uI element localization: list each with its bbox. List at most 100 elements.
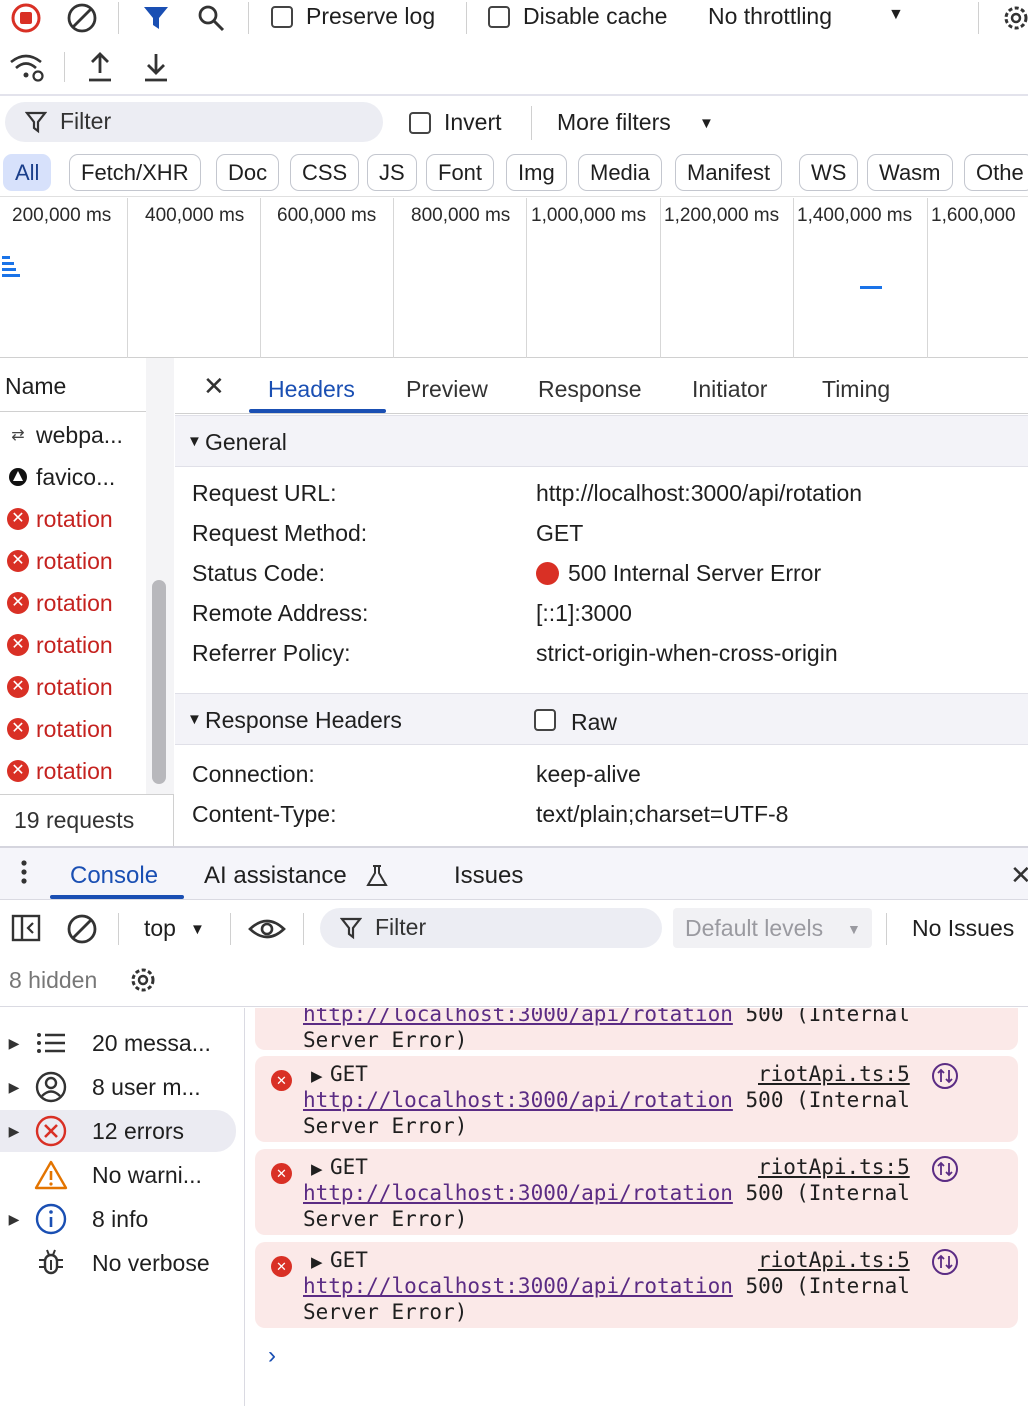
error-icon: ✕ [7,592,29,614]
request-url-link[interactable]: http://localhost:3000/api/rotation [303,1008,733,1026]
console-prompt-chevron-icon[interactable]: › [268,1342,276,1370]
import-har-upload-icon[interactable] [84,50,116,84]
network-panel-icon[interactable] [931,1062,959,1096]
error-icon: ✕ [7,550,29,572]
console-error-message[interactable]: ✕ ▶ GET riotApi.ts:5 http://localhost:30… [255,1242,1018,1328]
sidebar-item-info[interactable]: ▶ 8 info [0,1198,236,1240]
source-link[interactable]: riotApi.ts:5 [758,1248,910,1272]
filter-placeholder: Filter [375,914,427,940]
throttling-select[interactable]: No throttling [708,3,832,30]
expand-triangle-icon[interactable]: ▶ [311,1253,323,1271]
tab-console[interactable]: Console [70,862,158,890]
stop-recording-icon[interactable] [10,2,42,34]
network-panel-icon[interactable] [931,1155,959,1189]
name-column-header[interactable]: Name [0,358,146,412]
request-row[interactable]: ✕ rotation [0,666,146,708]
type-filter-all[interactable]: All [3,154,52,191]
network-toolbar: Preserve log Disable cache No throttling… [0,0,1028,36]
clear-icon[interactable] [66,2,98,34]
disable-cache-checkbox[interactable] [488,6,510,28]
live-expression-eye-icon[interactable] [248,915,286,949]
header-key: Remote Address: [192,600,369,626]
tab-initiator[interactable]: Initiator [692,376,767,403]
network-panel-icon[interactable] [931,1248,959,1282]
type-filter-manifest[interactable]: Manifest [675,154,783,191]
type-filter-media[interactable]: Media [578,154,662,191]
sidebar-item-warnings[interactable]: No warni... [0,1154,236,1196]
console-error-message[interactable]: ✕ ▶ GET riotApi.ts:5 http://localhost:30… [255,1056,1018,1142]
invert-checkbox[interactable] [409,112,431,134]
console-settings-gear-icon[interactable] [127,964,159,1002]
type-filter-doc[interactable]: Doc [216,154,280,191]
issues-count[interactable]: No Issues [912,915,1014,942]
type-filter-other[interactable]: Othe [964,154,1028,191]
request-list-scrollbar[interactable] [146,358,174,794]
timeline-tick: 1,000,000 ms [531,205,647,226]
close-icon[interactable]: ✕ [203,371,225,402]
request-row[interactable]: ✕ rotation [0,750,146,792]
tab-preview[interactable]: Preview [406,376,488,403]
request-url-link[interactable]: http://localhost:3000/api/rotation [303,1181,733,1205]
export-har-download-icon[interactable] [140,50,172,84]
expand-triangle-icon[interactable]: ▶ [0,1035,28,1052]
tab-issues[interactable]: Issues [454,862,523,890]
tab-response[interactable]: Response [538,376,642,403]
expand-triangle-icon[interactable]: ▶ [0,1079,28,1096]
chevron-down-icon[interactable]: ▼ [888,6,904,24]
warning-icon [28,1160,74,1190]
sidebar-item-verbose[interactable]: No verbose [0,1242,236,1284]
log-levels-dropdown[interactable]: Default levels ▼ [673,908,872,948]
more-tools-kebab-icon[interactable] [18,858,30,888]
expand-triangle-icon[interactable]: ▶ [311,1160,323,1178]
type-filter-css[interactable]: CSS [290,154,360,191]
response-headers-section-header[interactable]: ▼ Response Headers Raw [175,693,1028,745]
preserve-log-checkbox[interactable] [271,6,293,28]
sidebar-item-errors[interactable]: ▶ 12 errors [0,1110,236,1152]
request-row[interactable]: ✕ rotation [0,498,146,540]
more-filters-dropdown[interactable]: More filters [557,109,671,136]
type-filter-img[interactable]: Img [506,154,567,191]
source-link[interactable]: riotApi.ts:5 [758,1062,910,1086]
raw-label: Raw [571,709,618,735]
request-url-link[interactable]: http://localhost:3000/api/rotation [303,1088,733,1112]
search-icon[interactable] [195,2,227,34]
settings-gear-icon[interactable] [1000,2,1028,34]
request-row[interactable]: ✕ rotation [0,540,146,582]
chevron-down-icon[interactable]: ▼ [190,921,205,938]
expand-triangle-icon[interactable]: ▶ [311,1067,323,1085]
request-row[interactable]: ✕ rotation [0,582,146,624]
close-drawer-icon[interactable]: ✕ [1010,860,1028,891]
tab-timing[interactable]: Timing [822,376,890,403]
request-row[interactable]: ⇄ webpa... [0,414,146,456]
type-filter-wasm[interactable]: Wasm [867,154,953,191]
request-row[interactable]: ✕ rotation [0,708,146,750]
expand-triangle-icon[interactable]: ▶ [0,1211,28,1228]
expand-triangle-icon[interactable]: ▶ [0,1123,28,1140]
clear-console-icon[interactable] [66,913,98,951]
type-filter-ws[interactable]: WS [799,154,859,191]
request-url-link[interactable]: http://localhost:3000/api/rotation [303,1274,733,1298]
type-filter-font[interactable]: Font [426,154,495,191]
sidebar-toggle-icon[interactable] [11,913,41,949]
console-filter-input[interactable]: Filter [320,908,662,948]
header-value: keep-alive [536,761,641,787]
chevron-down-icon[interactable]: ▼ [699,115,714,132]
source-link[interactable]: riotApi.ts:5 [758,1155,910,1179]
request-row[interactable]: favico... [0,456,146,498]
sidebar-item-messages[interactable]: ▶ 20 messa... [0,1022,236,1064]
tab-headers[interactable]: Headers [268,376,355,403]
request-name: rotation [36,547,113,574]
network-conditions-icon[interactable] [8,50,46,84]
type-filter-fetch-xhr[interactable]: Fetch/XHR [69,154,201,191]
general-section-header[interactable]: ▼ General [175,415,1028,467]
header-value: 500 Internal Server Error [568,560,822,586]
sidebar-item-user-messages[interactable]: ▶ 8 user m... [0,1066,236,1108]
console-error-message[interactable]: ✕ ▶ GET riotApi.ts:5 http://localhost:30… [255,1149,1018,1235]
network-filter-input[interactable]: Filter [5,102,383,142]
tab-ai-assistance[interactable]: AI assistance [204,862,347,890]
filter-funnel-icon[interactable] [140,2,172,34]
request-row[interactable]: ✕ rotation [0,624,146,666]
type-filter-js[interactable]: JS [367,154,417,191]
raw-checkbox[interactable] [534,709,556,731]
context-selector[interactable]: top [144,915,176,942]
